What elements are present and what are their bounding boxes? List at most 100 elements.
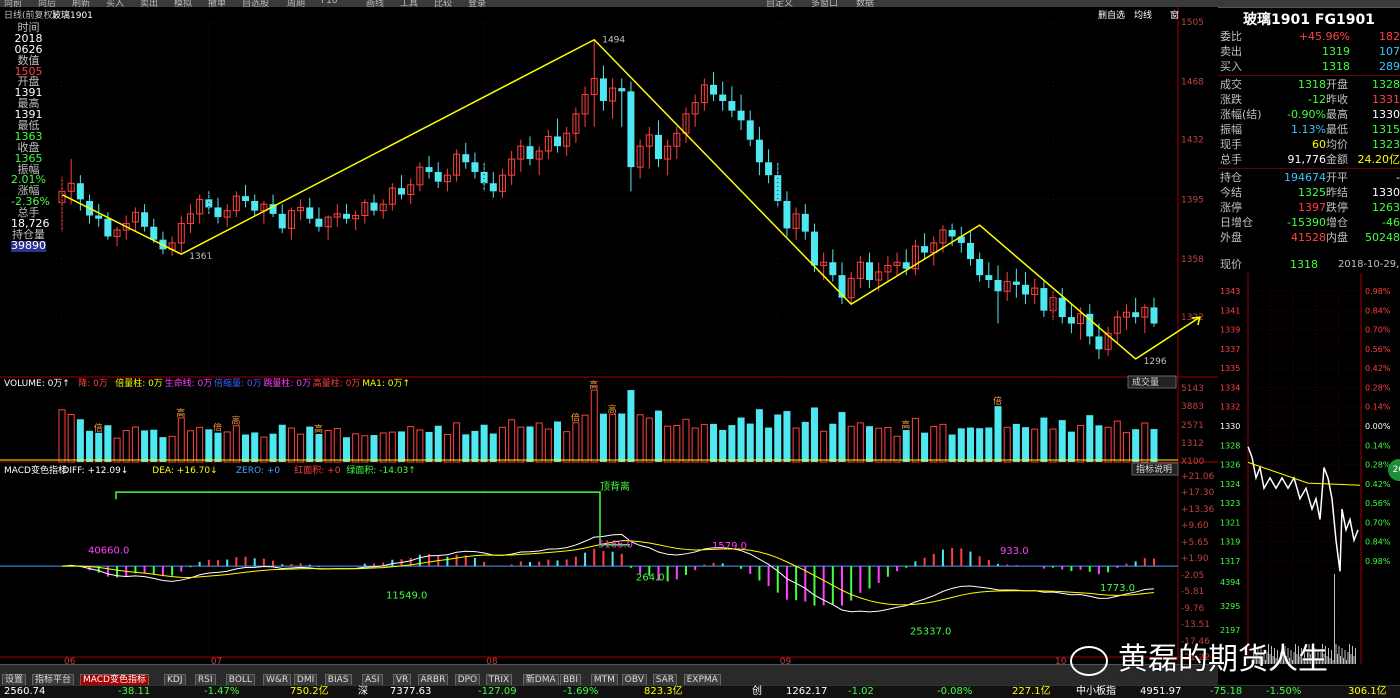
ticker-item: -75.18 (1210, 686, 1242, 698)
volume-bar (738, 418, 745, 462)
candle-body (710, 85, 717, 95)
volume-bar (490, 434, 497, 462)
candle-body (1040, 288, 1047, 311)
candle-body (774, 175, 781, 201)
volume-bar (481, 425, 488, 462)
volume-annotation: 高 (314, 423, 323, 435)
intraday-pct-tick: 0.84% (1365, 306, 1391, 315)
intraday-price-tick: 1317 (1220, 557, 1240, 566)
volume-bar (141, 430, 148, 462)
candle-body (829, 262, 836, 275)
intraday-price-tick: 1330 (1220, 422, 1240, 431)
macd-area-label: 1773.0 (1100, 583, 1135, 594)
volume-bar (765, 428, 772, 462)
quote-label: 涨停 (1220, 200, 1242, 215)
intraday-pct-tick: 0.98% (1365, 557, 1391, 566)
intraday-pct-tick: 0.56% (1365, 345, 1391, 354)
quote-label-2: 内盘 (1326, 230, 1348, 245)
volume-bar (1059, 420, 1066, 462)
macd-legend: 红面积: +0 (294, 464, 340, 476)
volume-bar (600, 414, 607, 462)
candle-body (141, 212, 148, 227)
macd-tick: +1.90 (1181, 554, 1209, 564)
zigzag-label: 1494 (602, 36, 625, 46)
chart-background (0, 7, 1218, 664)
candle-body (811, 232, 818, 266)
quote-value-2: 1263 (1372, 200, 1400, 215)
volume-bar (866, 426, 873, 462)
macd-tick: -9.76 (1181, 604, 1205, 614)
quote-label-2: 昨收 (1326, 92, 1348, 107)
candle-body (756, 140, 763, 163)
y-tick-label: 1468 (1181, 78, 1204, 88)
quote-value-2: -46 (1382, 215, 1400, 230)
ticker-item: -1.50% (1266, 686, 1301, 698)
quote-value-2: 24.20亿 (1358, 152, 1400, 167)
macd-area-label: 40660.0 (88, 545, 129, 556)
chart-symbol: 玻璃1901 (52, 9, 93, 21)
candle-body (471, 162, 478, 172)
macd-tick: -5.81 (1181, 587, 1204, 597)
candle-body (315, 219, 322, 227)
chart-control[interactable]: 窗 (1170, 9, 1179, 21)
candle-body (1151, 307, 1158, 323)
intraday-pct-tick: 0.42% (1365, 364, 1391, 373)
volume-bar (783, 411, 790, 462)
quote-row: 买入1318289 (1218, 59, 1400, 74)
macd-tick: +5.65 (1181, 538, 1209, 548)
candle-body (279, 214, 286, 229)
quote-label: 持仓 (1220, 170, 1242, 185)
volume-bar (1068, 432, 1075, 462)
quote-label: 买入 (1220, 59, 1242, 74)
volume-bar (627, 390, 634, 462)
quote-row: 持仓194674开平- (1218, 170, 1400, 185)
quote-value: 1.13% (1291, 122, 1326, 137)
chart-control[interactable]: 均线 (1134, 9, 1152, 21)
candle-body (967, 243, 974, 259)
volume-bar (618, 414, 625, 462)
date-label: 07 (211, 657, 222, 664)
candle-body (343, 214, 350, 219)
quote-row: 涨停1397跌停1263 (1218, 200, 1400, 215)
volume-legend: 倍缩量: 0万 (214, 377, 262, 389)
quote-label: 涨幅(结) (1220, 107, 1262, 122)
quote-separator (1218, 75, 1400, 76)
intraday-price-tick: 1337 (1220, 345, 1240, 354)
quote-value-2: 1330 (1372, 107, 1400, 122)
candle-body (1068, 317, 1075, 323)
ticker-item: -1.47% (204, 686, 239, 698)
quote-value: 194674 (1284, 170, 1326, 185)
quote-row: 成交1318开盘1328 (1218, 77, 1400, 92)
kline-chart[interactable]: 日线(前复权)玻璃1901删自选均线窗150514681432139513581… (0, 7, 1218, 664)
quote-row: 总手91,776金额24.20亿 (1218, 152, 1400, 167)
candle-body (554, 136, 561, 146)
toolbar-button[interactable]: F10 (321, 0, 338, 6)
volume-bar (242, 435, 249, 462)
chart-control[interactable]: 删自选 (1098, 9, 1125, 21)
date-label: 06 (64, 657, 76, 664)
volume-bar (655, 411, 662, 462)
quote-label-2: 昨结 (1326, 185, 1348, 200)
volume-bar (985, 427, 992, 462)
intraday-pct-tick: 0.70% (1365, 518, 1391, 527)
data-value: 39890 (11, 241, 46, 252)
candle-body (251, 201, 258, 211)
y-tick-label: 1505 (1181, 18, 1204, 28)
volume-bar (215, 433, 222, 462)
quote-label: 今结 (1220, 185, 1242, 200)
volume-legend: 高量柱: 0万 (313, 377, 361, 389)
quote-label: 外盘 (1220, 230, 1242, 245)
candle-body (1059, 298, 1066, 317)
ticker-item: -0.08% (937, 686, 972, 698)
intraday-panel[interactable]: 现价 1318 2018-10-29,一 13430.98%13410.84%1… (1218, 257, 1400, 664)
intraday-chart[interactable]: 13430.98%13410.84%13390.70%13370.56%1335… (1218, 273, 1400, 664)
volume-bar (1095, 425, 1102, 462)
macd-area-label: 264.0 (636, 572, 665, 583)
quote-row: 现手60均价1323 (1218, 137, 1400, 152)
intraday-price-tick: 1326 (1220, 461, 1240, 470)
volume-bar (756, 409, 763, 462)
intraday-header: 现价 1318 2018-10-29,一 (1218, 257, 1400, 273)
volume-bar (159, 437, 166, 462)
candle-body (481, 172, 488, 183)
volume-bar (306, 427, 313, 462)
